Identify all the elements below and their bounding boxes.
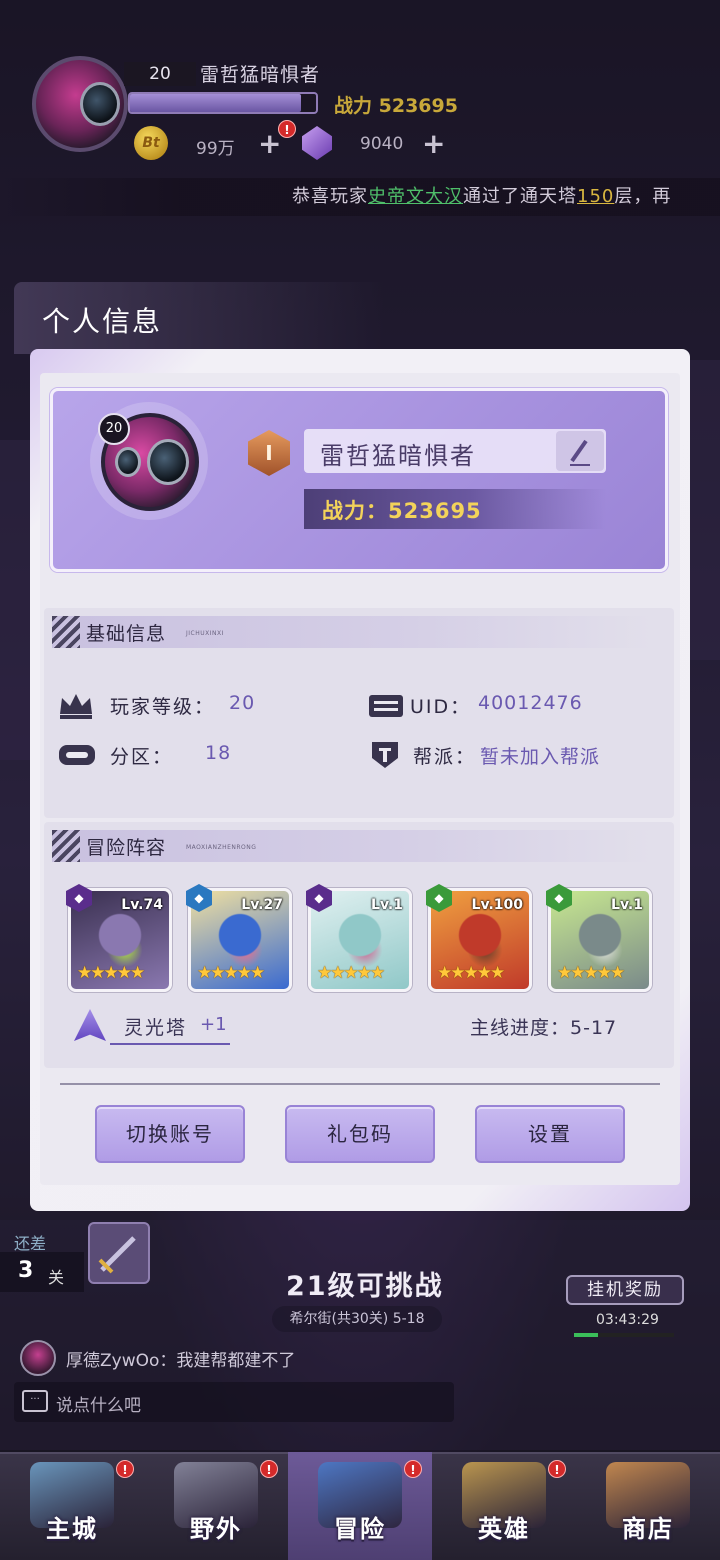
- uid-value[interactable]: 40012476: [478, 692, 583, 714]
- player-level-value: 20: [229, 692, 256, 714]
- nav-label: 冒险: [334, 1515, 386, 1543]
- switch-account-button[interactable]: 切换账号: [95, 1105, 245, 1163]
- guild-label: 帮派：: [413, 746, 477, 768]
- divider: [60, 1083, 660, 1085]
- gem-amount: 9040: [360, 134, 404, 154]
- coins-alert-badge: !: [278, 120, 296, 138]
- hero-level: Lv.74: [121, 897, 163, 913]
- add-gems-button[interactable]: +: [422, 130, 445, 158]
- gift-code-button[interactable]: 礼包码: [285, 1105, 435, 1163]
- nav-label: 主城: [46, 1515, 98, 1543]
- idle-reward-button[interactable]: 挂机奖励: [566, 1275, 684, 1305]
- hud-player-name: 雷哲猛暗惧者: [200, 64, 321, 86]
- player-level-label: 玩家等级：: [110, 696, 216, 718]
- nav-item-3[interactable]: 英雄!: [432, 1452, 576, 1560]
- server-value: 18: [205, 742, 232, 764]
- nav-alert-badge: !: [116, 1460, 134, 1478]
- lineup-subtitle: MAOXIANZHENRONG: [186, 844, 257, 851]
- guild-value: 暂未加入帮派: [480, 746, 601, 768]
- name-box: 雷哲猛暗惧者: [304, 429, 606, 473]
- settings-button[interactable]: 设置: [475, 1105, 625, 1163]
- stage-challenge-title[interactable]: 21级可挑战: [286, 1264, 444, 1303]
- hud-power-value: 523695: [378, 95, 458, 117]
- nav-item-2[interactable]: 冒险!: [288, 1452, 432, 1560]
- marquee-prefix: 恭喜玩家: [292, 186, 368, 207]
- idle-progress-bar: [574, 1333, 674, 1337]
- chat-icon: ···: [22, 1390, 48, 1412]
- id-card-icon: [369, 695, 403, 717]
- crown-icon: [60, 694, 92, 719]
- chat-placeholder: 说点什么吧: [56, 1396, 141, 1416]
- nav-item-1[interactable]: 野外!: [144, 1452, 288, 1560]
- mainline-progress: 主线进度：5-17: [470, 1013, 617, 1040]
- hero-stars: ★★★★★: [317, 963, 385, 983]
- marquee-middle: 通过了通天塔: [463, 186, 577, 207]
- hero-level: Lv.27: [241, 897, 283, 913]
- basic-info-subtitle: JICHUXINXI: [186, 630, 224, 637]
- hero-level: Lv.100: [471, 897, 523, 913]
- nav-label: 商店: [622, 1515, 674, 1543]
- uid-label: UID：: [410, 696, 472, 718]
- sword-icon: [98, 1236, 136, 1274]
- nav-item-4[interactable]: 商店: [576, 1452, 720, 1560]
- coin-icon: Bt: [134, 126, 168, 160]
- nav-alert-badge: !: [548, 1460, 566, 1478]
- nav-label: 英雄: [478, 1515, 530, 1543]
- coin-amount: 99万: [196, 139, 235, 159]
- basic-info-title: 基础信息: [86, 623, 167, 645]
- nav-label: 野外: [190, 1515, 242, 1543]
- mainline-value: 5-17: [570, 1017, 618, 1039]
- edit-name-button[interactable]: [556, 431, 604, 471]
- hero-stars: ★★★★★: [437, 963, 505, 983]
- hud-level: 20: [124, 62, 196, 86]
- profile-name: 雷哲猛暗惧者: [320, 442, 476, 470]
- gap-box: [0, 1252, 84, 1292]
- pencil-icon: [570, 439, 590, 466]
- idle-timer: 03:43:29: [596, 1312, 659, 1328]
- chat-avatar[interactable]: [20, 1340, 56, 1376]
- marquee-floor: 150: [577, 186, 615, 207]
- panel-title: 个人信息: [42, 305, 163, 338]
- tower-underline: [110, 1043, 230, 1045]
- guild-shield-icon: [372, 742, 398, 768]
- server-icon: [59, 745, 95, 765]
- server-label: 分区：: [110, 746, 174, 768]
- stage-progress: 希尔街(共30关) 5-18: [272, 1306, 442, 1332]
- hud-xp-bar: [128, 92, 318, 114]
- hero-level: Lv.1: [611, 897, 643, 913]
- hud-avatar[interactable]: [32, 56, 128, 152]
- tower-value: +1: [200, 1014, 227, 1035]
- sword-skill-button[interactable]: [88, 1222, 150, 1284]
- hud-power: 战力 523695: [334, 91, 458, 118]
- profile-level-badge: 20: [98, 413, 130, 445]
- announcement-marquee: 恭喜玩家史帝文大汉通过了通天塔150层，再: [0, 178, 720, 216]
- section-header: 冒险阵容 MAOXIANZHENRONG: [52, 830, 652, 862]
- hero-stars: ★★★★★: [77, 963, 145, 983]
- nav-alert-badge: !: [404, 1460, 422, 1478]
- marquee-player: 史帝文大汉: [368, 186, 463, 207]
- hud-power-label: 战力: [334, 95, 373, 117]
- chat-message: 厚德ZywOo：我建帮都建不了: [66, 1351, 296, 1371]
- gap-count: 3: [18, 1258, 34, 1283]
- nav-alert-badge: !: [260, 1460, 278, 1478]
- lineup-title: 冒险阵容: [86, 837, 167, 859]
- hero-stars: ★★★★★: [557, 963, 625, 983]
- marquee-suffix: 层，再: [614, 186, 672, 207]
- tower-label: 灵光塔: [124, 1017, 188, 1039]
- profile-power: 战力：523695: [322, 499, 482, 523]
- power-box: 战力：523695: [304, 489, 606, 529]
- nav-item-0[interactable]: 主城!: [0, 1452, 144, 1560]
- add-coins-button[interactable]: +: [258, 130, 281, 158]
- gap-label: 还差: [14, 1234, 47, 1253]
- hero-stars: ★★★★★: [197, 963, 265, 983]
- section-header: 基础信息 JICHUXINXI: [52, 616, 652, 648]
- mainline-label: 主线进度：: [470, 1017, 571, 1039]
- hero-level: Lv.1: [371, 897, 403, 913]
- gap-unit: 关: [48, 1268, 65, 1287]
